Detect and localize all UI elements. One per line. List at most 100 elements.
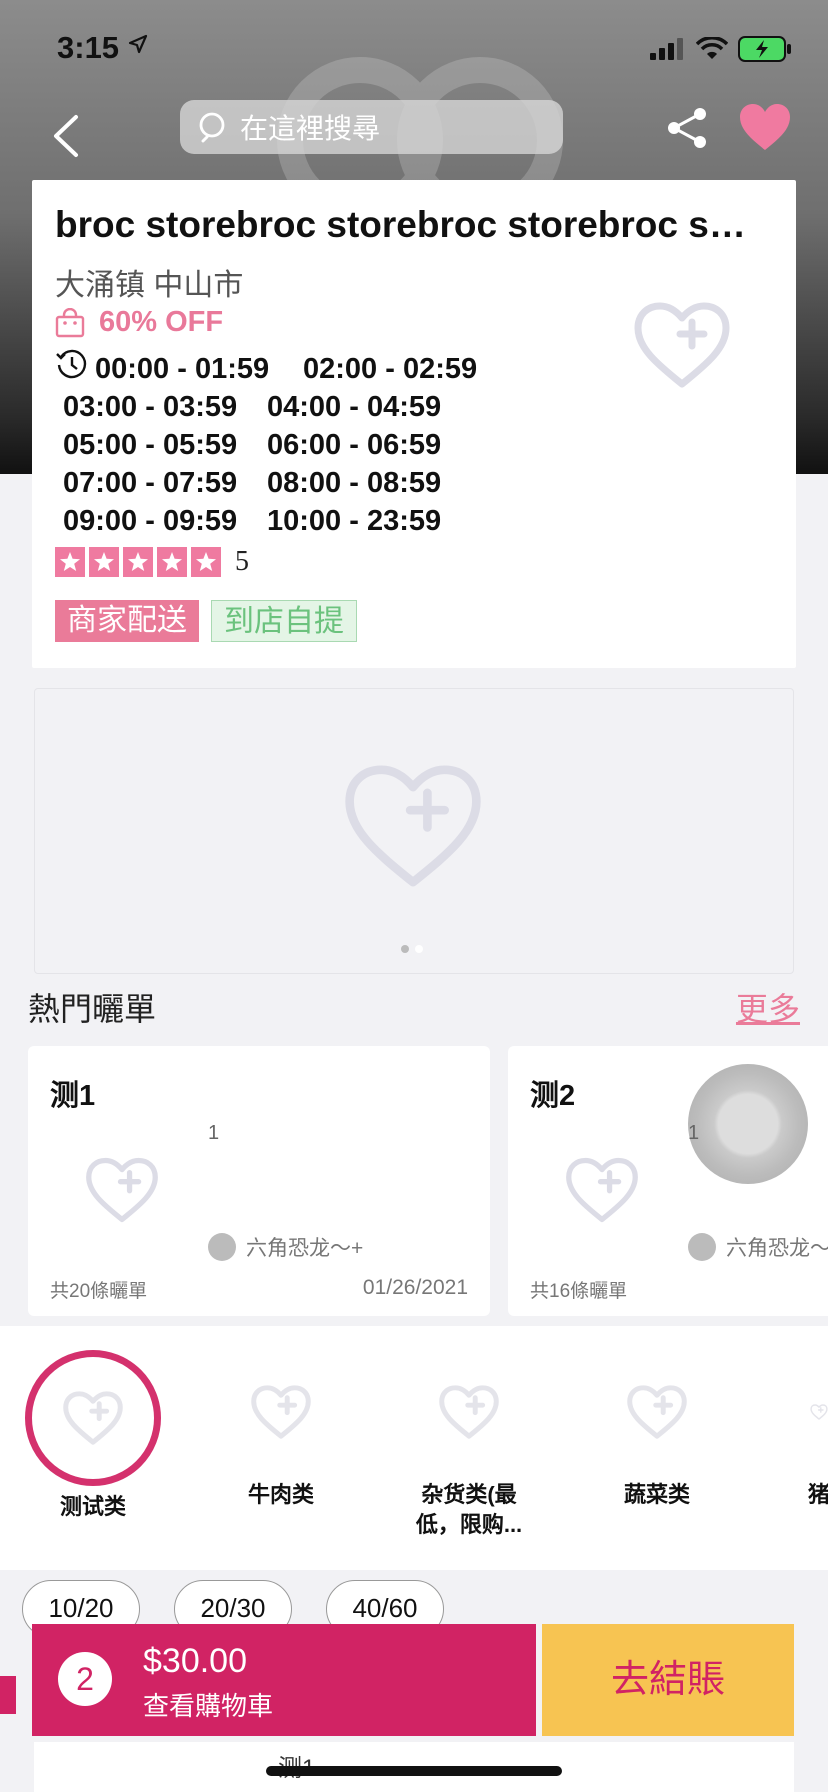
placeholder-heart-plus-icon xyxy=(251,1385,311,1439)
signal-icon xyxy=(650,38,683,60)
category-icon-wrap xyxy=(401,1350,537,1474)
category-label: 猪 xyxy=(808,1482,828,1507)
top-navbar: 在這裡搜尋 xyxy=(0,96,828,182)
hours-slot: 08:00 - 08:59 xyxy=(267,467,442,499)
hours-slot: 02:00 - 02:59 xyxy=(303,353,478,385)
more-link[interactable]: 更多 xyxy=(736,984,800,1030)
review-card[interactable]: 测2 1 六角恐龙～ 共16條曬單 xyxy=(508,1046,828,1316)
rating-value: 5 xyxy=(235,546,249,577)
carousel-dots xyxy=(401,945,423,953)
category-item[interactable]: 猪 xyxy=(770,1350,828,1510)
discount-label: 60% OFF xyxy=(99,306,224,338)
hours-row: 09:00 - 09:59 10:00 - 23:59 xyxy=(55,502,507,540)
tag-pickup: 到店自提 xyxy=(211,600,357,642)
star-icon xyxy=(157,547,187,577)
star-icon xyxy=(191,547,221,577)
section-title: 熱門曬單 xyxy=(28,991,157,1027)
service-tags: 商家配送 到店自提 xyxy=(55,600,357,642)
search-input[interactable]: 在這裡搜尋 xyxy=(180,100,563,154)
business-hours: 00:00 - 01:59 02:00 - 02:59 03:00 - 03:5… xyxy=(55,349,507,540)
system-icons xyxy=(650,36,792,62)
hours-slot: 04:00 - 04:59 xyxy=(267,391,442,423)
placeholder-heart-plus-icon xyxy=(634,302,730,388)
category-item[interactable]: 测试类 xyxy=(18,1350,168,1522)
cart-bar: 2 $30.00 查看購物車 去結賬 xyxy=(32,1624,794,1736)
hours-slot: 09:00 - 09:59 xyxy=(63,505,238,537)
category-item[interactable]: 杂货类(最低，限购... xyxy=(394,1350,544,1540)
category-label: 蔬菜类 xyxy=(623,1482,690,1507)
status-bar: 3:15 xyxy=(0,0,828,96)
category-label: 测试类 xyxy=(59,1494,126,1519)
hours-slot: 00:00 - 01:59 xyxy=(95,353,270,385)
category-icon-wrap xyxy=(213,1350,349,1474)
hours-slot: 07:00 - 07:59 xyxy=(63,467,238,499)
review-image xyxy=(688,1064,808,1184)
review-username: 六角恐龙～ xyxy=(726,1237,828,1260)
hours-slot: 06:00 - 06:59 xyxy=(267,429,442,461)
search-placeholder: 在這裡搜尋 xyxy=(240,113,381,144)
hours-slot: 03:00 - 03:59 xyxy=(63,391,238,423)
placeholder-heart-plus-icon xyxy=(345,765,481,887)
view-cart-button[interactable]: 2 $30.00 查看購物車 xyxy=(32,1624,536,1736)
cart-total: $30.00 xyxy=(143,1642,247,1680)
star-rating: 5 xyxy=(55,546,249,578)
category-label: 杂货类(最低，限购... xyxy=(415,1482,523,1537)
heart-icon[interactable] xyxy=(738,102,792,152)
avatar xyxy=(688,1233,716,1261)
clock-history-icon xyxy=(56,349,87,379)
category-icon-wrap xyxy=(589,1350,725,1474)
store-info-card: broc storebroc storebroc storebroc store… xyxy=(32,180,796,668)
share-icon[interactable] xyxy=(666,106,710,150)
popular-reviews-header: 熱門曬單 更多 xyxy=(28,980,800,1027)
tag-delivery: 商家配送 xyxy=(55,600,199,642)
hours-slot: 05:00 - 05:59 xyxy=(63,429,238,461)
review-title: 测2 xyxy=(530,1080,576,1112)
category-item[interactable]: 蔬菜类 xyxy=(582,1350,732,1510)
placeholder-heart-plus-icon xyxy=(566,1157,638,1223)
review-text: 1 xyxy=(688,1122,700,1144)
carousel-dot[interactable] xyxy=(415,945,423,953)
review-count: 共16條曬單 xyxy=(530,1281,628,1302)
star-icon xyxy=(55,547,85,577)
hours-row: 03:00 - 03:59 04:00 - 04:59 xyxy=(55,388,507,426)
placeholder-heart-plus-icon xyxy=(810,1404,828,1420)
category-label: 牛肉类 xyxy=(247,1482,314,1507)
review-user: 六角恐龙～ xyxy=(688,1232,828,1262)
review-username: 六角恐龙～+ xyxy=(246,1237,364,1260)
review-title: 测1 xyxy=(50,1080,96,1112)
hours-row: 05:00 - 05:59 06:00 - 06:59 xyxy=(55,426,507,464)
home-indicator xyxy=(266,1766,562,1776)
bag-icon xyxy=(55,307,85,337)
star-icon xyxy=(123,547,153,577)
category-item[interactable]: 牛肉类 xyxy=(206,1350,356,1510)
category-scroller: 测试类 牛肉类 杂货类(最低，限购... 蔬菜类 猪 xyxy=(0,1326,828,1570)
discount-row: 60% OFF xyxy=(55,306,223,339)
promo-banner-carousel[interactable] xyxy=(34,688,794,974)
avatar xyxy=(208,1233,236,1261)
search-icon xyxy=(199,112,225,143)
category-icon-wrap xyxy=(770,1350,828,1474)
back-icon xyxy=(54,115,78,157)
back-button[interactable] xyxy=(40,106,90,166)
review-text: 1 xyxy=(208,1122,220,1144)
review-date: 01/26/2021 xyxy=(362,1276,468,1299)
battery-icon xyxy=(738,36,791,62)
carousel-dot[interactable] xyxy=(401,945,409,953)
hours-row: 00:00 - 01:59 02:00 - 02:59 xyxy=(55,349,507,388)
cart-count-badge: 2 xyxy=(58,1652,112,1706)
wifi-icon xyxy=(696,37,728,59)
review-user: 六角恐龙～+ xyxy=(208,1232,363,1262)
hours-slot: 10:00 - 23:59 xyxy=(267,505,442,537)
store-location: 大涌镇 中山市 xyxy=(55,269,244,302)
placeholder-heart-plus-icon xyxy=(627,1385,687,1439)
star-icon xyxy=(89,547,119,577)
review-card[interactable]: 测1 1 六角恐龙～+ 共20條曬單 01/26/2021 xyxy=(28,1046,490,1316)
review-count: 共20條曬單 xyxy=(50,1281,148,1302)
checkout-button[interactable]: 去結賬 xyxy=(542,1624,794,1736)
hours-row: 07:00 - 07:59 08:00 - 08:59 xyxy=(55,464,507,502)
category-icon-wrap xyxy=(25,1350,161,1486)
status-time: 3:15 xyxy=(57,30,120,65)
view-cart-label: 查看購物車 xyxy=(143,1691,274,1721)
location-arrow-icon xyxy=(128,34,148,54)
placeholder-heart-plus-icon xyxy=(439,1385,499,1439)
